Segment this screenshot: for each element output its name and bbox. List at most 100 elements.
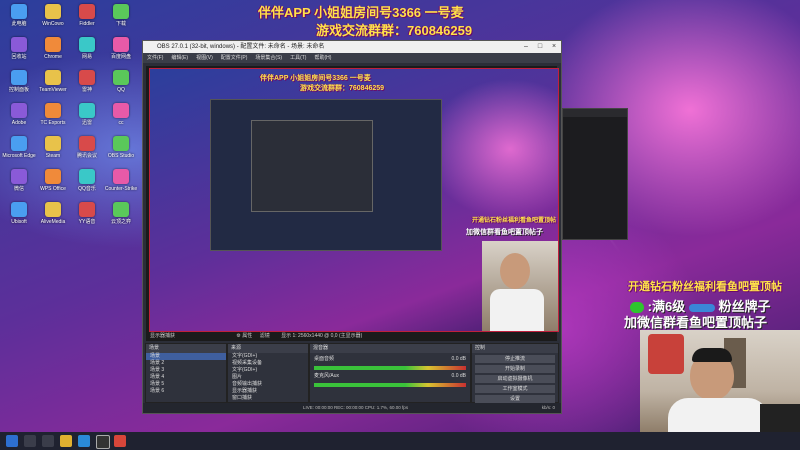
source-item[interactable]: 窗口捕获 — [228, 395, 308, 402]
volume-meter[interactable] — [314, 383, 466, 387]
source-item[interactable]: 图片 — [228, 374, 308, 381]
taskview-icon[interactable] — [42, 435, 54, 447]
minimize-icon[interactable]: – — [519, 41, 533, 53]
preview-canvas[interactable]: 伴伴APP 小姐姐房间号3366 一号麦 游戏交流群群：760846259 开通… — [149, 68, 559, 332]
obs-window[interactable]: OBS 27.0.1 (32-bit, windows) - 配置文件: 未命名… — [142, 40, 562, 414]
control-button[interactable]: 设置 — [475, 395, 555, 403]
menu-item[interactable]: 编辑(E) — [171, 55, 188, 61]
desktop-icon[interactable]: TeamViewer — [36, 70, 70, 93]
control-button[interactable]: 工作室模式 — [475, 385, 555, 393]
streamer-shirt — [490, 289, 544, 331]
desktop-icon[interactable]: Ubisoft — [2, 202, 36, 225]
side-window-right[interactable] — [562, 108, 628, 240]
menu-item[interactable]: 视图(V) — [196, 55, 213, 61]
scene-item[interactable]: 场景 2 — [146, 360, 226, 367]
desktop-icon[interactable]: Adobe — [2, 103, 36, 126]
app-icon — [45, 37, 61, 52]
desktop-icon[interactable]: 回收站 — [2, 37, 36, 60]
fan-badge-icon — [688, 303, 715, 312]
app-icon — [79, 202, 95, 217]
source-item[interactable]: 视频采集设备 — [228, 360, 308, 367]
desktop-icon[interactable]: TC Exports — [36, 103, 70, 126]
desktop-icon[interactable]: Steam — [36, 136, 70, 159]
volume-meter[interactable] — [314, 366, 466, 370]
mixer-level: 0.0 dB — [451, 356, 466, 362]
scene-item[interactable]: 场景 — [146, 353, 226, 360]
control-button[interactable]: 启动虚拟摄像机 — [475, 375, 555, 383]
desktop-icon[interactable]: WPS Office — [36, 169, 70, 192]
app-icon — [79, 37, 95, 52]
desktop-icon[interactable]: Fiddler — [70, 4, 104, 27]
scene-item[interactable]: 场景 6 — [146, 388, 226, 395]
desktop-icon-label: OBS Studio — [107, 153, 135, 159]
menu-item[interactable]: 配置文件(P) — [221, 55, 248, 61]
desktop-icon[interactable]: Microsoft Edge — [2, 136, 36, 159]
desktop-icon-label: TC Exports — [40, 120, 66, 126]
mixer-channel-name: 桌面音频 0.0 dB — [314, 356, 466, 362]
source-item[interactable]: 显示器捕获 — [228, 388, 308, 395]
desktop-icon[interactable]: AliveMedia — [36, 202, 70, 225]
chrome-icon[interactable] — [114, 435, 126, 447]
desktop-icon[interactable]: 控制面板 — [2, 70, 36, 93]
filters-button[interactable]: 滤镜 — [260, 333, 270, 339]
desktop-icon[interactable]: QQ音乐 — [70, 169, 104, 192]
desktop-icon[interactable]: 腾讯会议 — [70, 136, 104, 159]
desktop-icon[interactable]: 下载 — [104, 4, 138, 27]
start-icon[interactable] — [6, 435, 18, 447]
source-item[interactable]: 音频输出捕获 — [228, 381, 308, 388]
streamer-hair — [692, 348, 732, 362]
app-icon — [11, 202, 27, 217]
display-select[interactable]: 显示 1: 2560x1440 @ 0,0 (主显示器) — [281, 333, 362, 339]
desktop-icon[interactable]: Chrome — [36, 37, 70, 60]
close-icon[interactable]: × — [547, 41, 561, 53]
menu-item[interactable]: 文件(F) — [147, 55, 163, 61]
desktop-icon[interactable]: 百度网盘 — [104, 37, 138, 60]
menu-item[interactable]: 工具(T) — [290, 55, 306, 61]
obs-titlebar[interactable]: OBS 27.0.1 (32-bit, windows) - 配置文件: 未命名… — [143, 41, 561, 53]
promo-wechat-text: 加微信群看鱼吧置顶帖子 — [624, 315, 768, 330]
scenes-header: 场景 — [146, 344, 226, 353]
desktop-icon[interactable]: 雷神 — [70, 70, 104, 93]
app-icon — [11, 103, 27, 118]
maximize-icon[interactable]: □ — [533, 41, 547, 53]
desktop-icon[interactable]: Counter-Strike — [104, 169, 138, 192]
scene-item[interactable]: 场景 4 — [146, 374, 226, 381]
edge-icon[interactable] — [78, 435, 90, 447]
desktop-icon[interactable]: OBS Studio — [104, 136, 138, 159]
properties-button[interactable]: 属性 — [242, 333, 252, 339]
control-button[interactable]: 停止推流 — [475, 355, 555, 363]
desktop-icon[interactable]: YY语音 — [70, 202, 104, 225]
desktop-icon[interactable]: QQ — [104, 70, 138, 93]
header-room-text: 伴伴APP 小姐姐房间号3366 一号麦 — [258, 5, 464, 20]
desktop-icon[interactable]: 微信 — [2, 169, 36, 192]
app-icon — [45, 169, 61, 184]
desktop-icon[interactable]: 云顶之弈 — [104, 202, 138, 225]
search-icon[interactable] — [24, 435, 36, 447]
menu-item[interactable]: 帮助(H) — [314, 55, 331, 61]
desktop-icon-label: Chrome — [44, 54, 62, 60]
app-icon — [113, 70, 129, 85]
scene-item[interactable]: 场景 5 — [146, 381, 226, 388]
system-tray[interactable] — [752, 436, 792, 446]
explorer-icon[interactable] — [60, 435, 72, 447]
app-icon — [113, 37, 129, 52]
scene-item[interactable]: 场景 3 — [146, 367, 226, 374]
desktop-icon[interactable]: 网易 — [70, 37, 104, 60]
desktop-icon-label: 迅雷 — [81, 120, 92, 126]
desktop-icon-label: 雷神 — [81, 87, 92, 93]
obs-preview[interactable]: 伴伴APP 小姐姐房间号3366 一号麦 游戏交流群群：760846259 开通… — [146, 66, 559, 341]
desktop-icon[interactable]: 此电脑 — [2, 4, 36, 27]
controls-header: 控制 — [472, 344, 558, 353]
desktop-icon[interactable]: cc — [104, 103, 138, 126]
menu-item[interactable]: 场景集合(S) — [255, 55, 282, 61]
desktop-icon[interactable]: 迅雷 — [70, 103, 104, 126]
source-item[interactable]: 文字(GDI+) — [228, 367, 308, 374]
gear-icon[interactable]: ⚙ — [236, 333, 240, 339]
source-item[interactable]: 文字(GDI+) — [228, 353, 308, 360]
desktop-wallpaper: 此电脑 WinCowo Fiddler 下载回收站 Chrome 网易 百度网盘控制面板 Te… — [0, 0, 800, 432]
source-name: 显示器捕获 — [150, 333, 176, 339]
desktop-icon-label: QQ — [117, 87, 125, 93]
desktop-icon[interactable]: WinCowo — [36, 4, 70, 27]
obs-icon[interactable] — [96, 435, 110, 449]
control-button[interactable]: 开始录制 — [475, 365, 555, 373]
